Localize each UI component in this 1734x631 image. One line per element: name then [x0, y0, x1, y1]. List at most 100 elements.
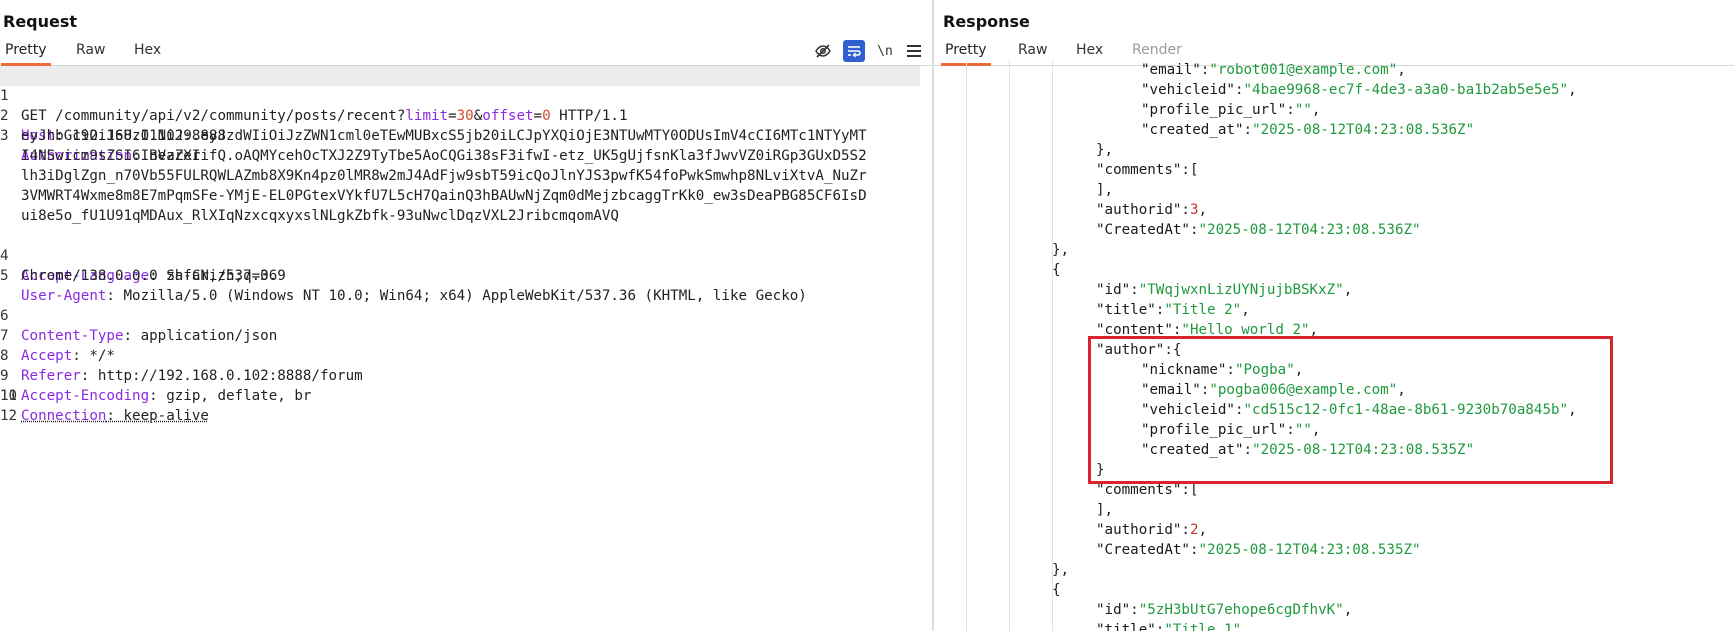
response-pane: Response Pretty Raw Hex Render "email":"…	[934, 0, 1734, 631]
json-punct: ,	[1568, 82, 1577, 98]
response-line: },	[1096, 140, 1113, 160]
request-pane: Request Pretty Raw Hex \n 1 GET /communi…	[0, 0, 932, 631]
tab-response-hex[interactable]: Hex	[1076, 42, 1103, 64]
json-punct: {	[1052, 262, 1061, 278]
json-punct: ,	[1311, 422, 1321, 438]
json-punct: ],	[1096, 502, 1114, 518]
json-string: "Hello world 2"	[1181, 322, 1310, 338]
request-toolbar: \n	[812, 40, 922, 62]
response-line: "created_at":"2025-08-12T04:23:08.535Z"	[1141, 440, 1474, 460]
request-line: 6 Content-Type: application/json	[0, 308, 278, 344]
json-punct: },	[1052, 562, 1070, 578]
json-punct: :[	[1181, 482, 1199, 498]
response-line: ],	[1096, 180, 1113, 200]
json-punct: :{	[1164, 342, 1182, 358]
request-line: 9 Accept-Encoding: gzip, deflate, br	[0, 368, 312, 404]
token-text: lh3iDglZgn_n70Vb55FULRQWLAZmb8X9Kn4pz0lM…	[21, 168, 867, 184]
json-punct: :	[1243, 442, 1253, 458]
json-punct: :	[1181, 202, 1190, 218]
response-line: {	[1052, 580, 1061, 600]
json-punct: ,	[1397, 62, 1406, 78]
json-punct: ,	[1241, 302, 1250, 318]
tab-response-raw[interactable]: Raw	[1018, 42, 1047, 64]
response-line: "id":"5zH3bUtG7ehope6cgDfhvK",	[1096, 600, 1352, 620]
request-line: 4 Accept-Language: zh-CN,zh;q=0.9	[0, 248, 286, 284]
json-key: "author"	[1096, 342, 1165, 358]
response-line: }	[1096, 460, 1105, 480]
json-number: 3	[1189, 202, 1199, 218]
json-punct: ,	[1568, 402, 1577, 418]
request-line: 2 Host: 192.168.0.102:8888	[0, 108, 227, 144]
request-line: 11	[0, 386, 932, 406]
response-line: "CreatedAt":"2025-08-12T04:23:08.536Z"	[1096, 220, 1421, 240]
response-line: "title":"Title 1",	[1096, 620, 1250, 631]
request-editor[interactable]: 1 GET /community/api/v2/community/posts/…	[0, 66, 932, 631]
response-line: "profile_pic_url":"",	[1141, 100, 1320, 120]
json-punct: :	[1226, 362, 1235, 378]
menu-icon[interactable]	[903, 40, 925, 62]
json-punct: ,	[1198, 202, 1208, 218]
tab-request-hex[interactable]: Hex	[134, 42, 161, 64]
response-line: "vehicleid":"4bae9968-ec7f-4de3-a3a0-ba1…	[1141, 80, 1577, 100]
json-key: "profile_pic_url"	[1141, 422, 1287, 438]
json-punct: ,	[1397, 382, 1406, 398]
request-line: 7 Accept: */*	[0, 328, 115, 364]
line-number: 12	[0, 408, 18, 424]
request-line: 1 GET /community/api/v2/community/posts/…	[0, 66, 920, 124]
json-punct: {	[1052, 582, 1061, 598]
indent-guide	[966, 60, 967, 631]
json-string: "2025-08-12T04:23:08.535Z"	[1198, 542, 1421, 558]
json-string: "2025-08-12T04:23:08.536Z"	[1198, 222, 1421, 238]
json-key: "vehicleid"	[1141, 82, 1235, 98]
json-punct: :	[1286, 422, 1295, 438]
json-punct: ,	[1343, 282, 1353, 298]
response-line: "vehicleid":"cd515c12-0fc1-48ae-8b61-923…	[1141, 400, 1577, 420]
json-string: "Title 1"	[1164, 622, 1242, 631]
response-line: "title":"Title 2",	[1096, 300, 1250, 320]
line-number: 11	[0, 388, 18, 404]
json-punct: }	[1096, 462, 1105, 478]
indent-guide	[1009, 60, 1010, 631]
json-key: "title"	[1096, 302, 1156, 318]
json-string: "cd515c12-0fc1-48ae-8b61-9230b70a845b"	[1243, 402, 1569, 418]
request-line: 12	[0, 406, 932, 426]
json-key: "created_at"	[1141, 122, 1244, 138]
json-string: ""	[1294, 102, 1312, 118]
json-string: "robot001@example.com"	[1209, 62, 1398, 78]
tab-request-raw[interactable]: Raw	[76, 42, 105, 64]
wrap-icon[interactable]	[843, 40, 865, 62]
response-line: "author":{	[1096, 340, 1181, 360]
tab-request-pretty[interactable]: Pretty	[1, 42, 51, 66]
newline-toggle[interactable]: \n	[874, 40, 896, 62]
response-line: "content":"Hello world 2",	[1096, 320, 1318, 340]
json-punct: :	[1189, 222, 1199, 238]
json-punct: },	[1052, 242, 1070, 258]
json-punct: ,	[1294, 362, 1304, 378]
json-punct: },	[1096, 142, 1114, 158]
json-key: "id"	[1096, 282, 1131, 298]
response-line: },	[1052, 560, 1069, 580]
json-number: 2	[1189, 522, 1199, 538]
response-line: "comments":[	[1096, 480, 1199, 500]
json-punct: ,	[1309, 322, 1319, 338]
response-editor[interactable]: "email":"robot001@example.com", "vehiclei…	[934, 60, 1734, 631]
json-key: "profile_pic_url"	[1141, 102, 1287, 118]
token-text: ui8e5o_fU1U91qMDAux_RlXIqNzxcqxyxslNLgkZ…	[21, 208, 619, 224]
json-key: "authorid"	[1096, 522, 1182, 538]
token-text: I4NSwicm9sZSI6InVzZXIifQ.oAQMYcehOcTXJ2Z…	[21, 148, 867, 164]
json-punct: ,	[1311, 102, 1321, 118]
json-punct: :	[1181, 522, 1190, 538]
json-punct: :	[1189, 542, 1199, 558]
header-value: Chrome/138.0.0.0 Safari/537.36	[21, 268, 278, 284]
request-tab-bar: Pretty Raw Hex	[0, 38, 932, 66]
response-line: "authorid":3,	[1096, 200, 1207, 220]
json-punct: :	[1234, 402, 1244, 418]
eye-off-icon[interactable]	[812, 40, 834, 62]
request-line: 10 Connection: keep-alive	[0, 388, 209, 424]
json-punct: ,	[1343, 602, 1353, 618]
token-line: I4NSwicm9sZSI6InVzZXIifQ.oAQMYcehOcTXJ2Z…	[0, 146, 932, 166]
json-key: "nickname"	[1141, 362, 1227, 378]
response-line: ],	[1096, 500, 1113, 520]
response-line: "profile_pic_url":"",	[1141, 420, 1320, 440]
json-string: "TWqjwxnLizUYNjujbBSKxZ"	[1138, 282, 1344, 298]
